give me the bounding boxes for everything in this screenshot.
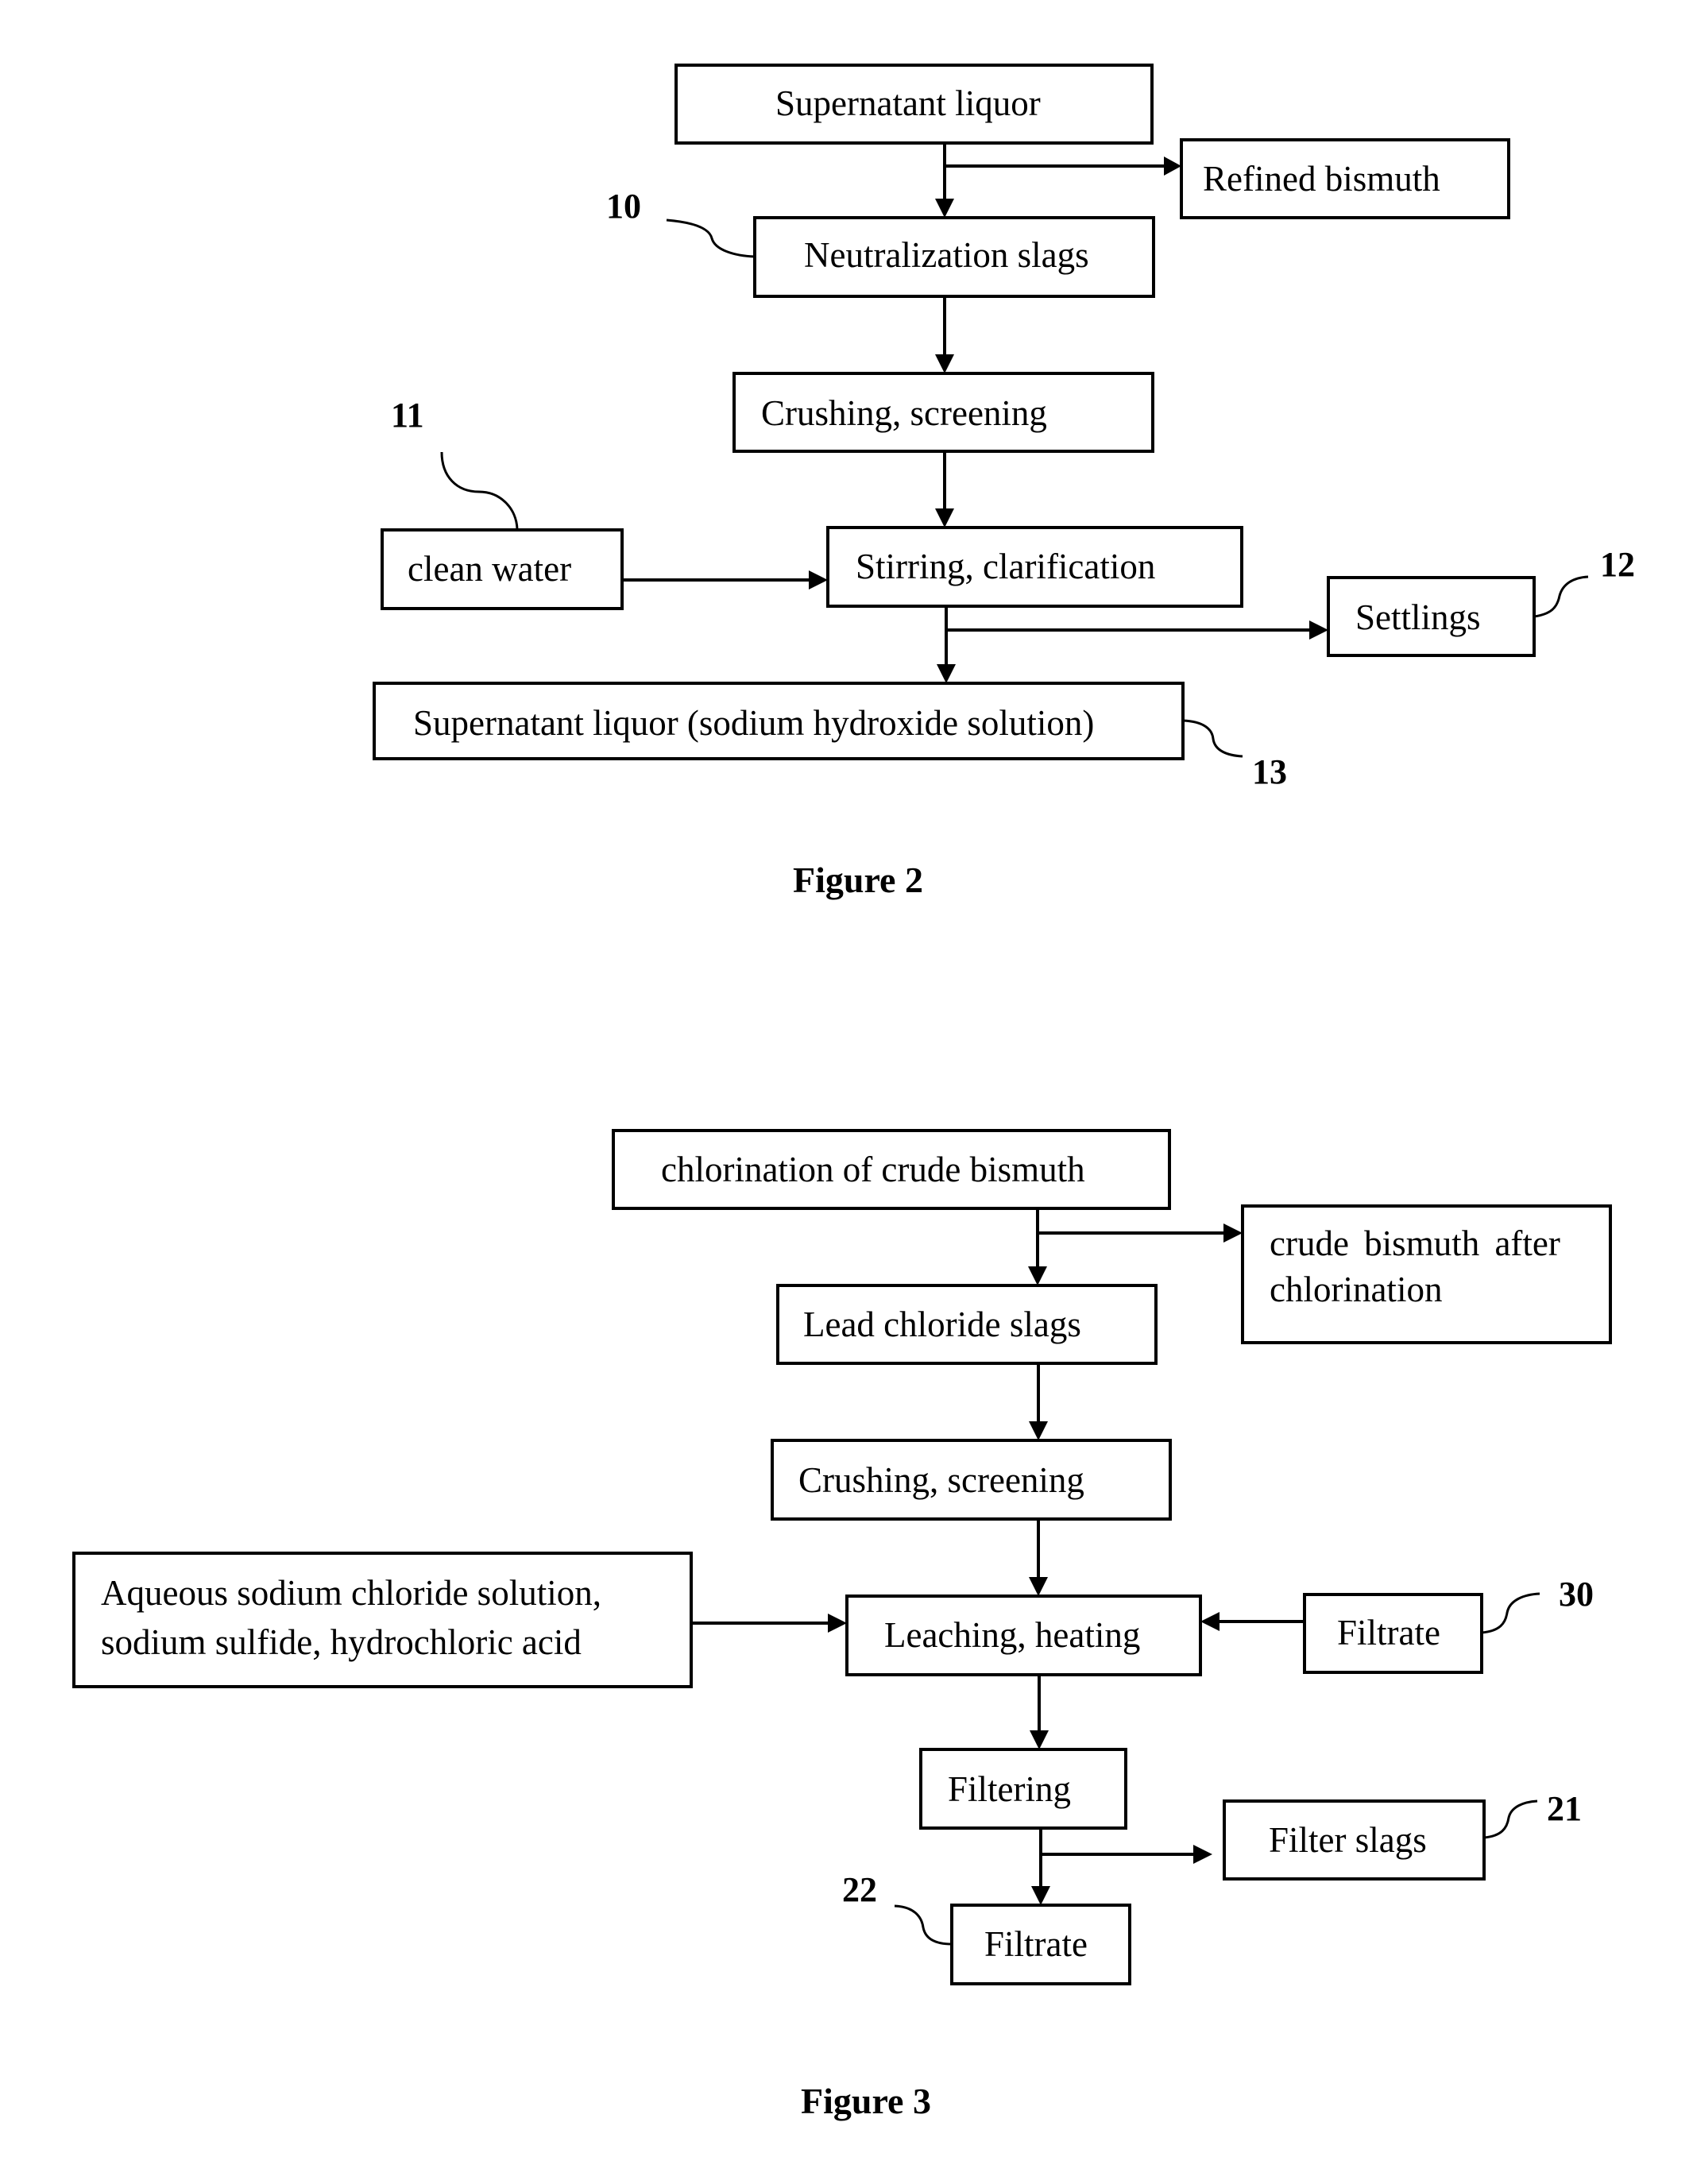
leader-line-30 [1481, 1592, 1540, 1634]
arrowhead-down [935, 354, 954, 373]
node-supernatant-liquor-label: Supernatant liquor [775, 83, 1041, 123]
arrowhead-right [809, 570, 828, 589]
arrowhead-left [1200, 1612, 1220, 1631]
arrowhead-right [1193, 1845, 1212, 1864]
ref-numeral-30: 30 [1559, 1575, 1594, 1614]
leader-line-10 [666, 218, 756, 258]
node-supernatant-sodium-hydroxide-label: Supernatant liquor (sodium hydroxide sol… [413, 703, 1094, 743]
node-stirring-clarification-label: Stirring, clarification [856, 547, 1155, 586]
arrowhead-down [1028, 1266, 1047, 1285]
arrowhead-right [828, 1614, 847, 1633]
node-leaching-heating-label: Leaching, heating [884, 1615, 1140, 1655]
ref-numeral-13: 13 [1252, 752, 1287, 791]
node-lead-chloride-slags-label: Lead chloride slags [803, 1305, 1081, 1344]
node-chlorination-label: chlorination of crude bismuth [661, 1150, 1085, 1189]
leader-line-12 [1533, 575, 1589, 618]
ref-numeral-21: 21 [1547, 1789, 1582, 1828]
figure-3-caption: Figure 3 [801, 2081, 931, 2121]
ref-numeral-11: 11 [391, 396, 424, 435]
arrowhead-down [937, 664, 956, 683]
arrowhead-down [1030, 1730, 1049, 1749]
figure-2-caption: Figure 2 [793, 860, 923, 900]
figure-3: chlorination of crude bismuth crude bism… [72, 1129, 1612, 2121]
arrowhead-down [1029, 1577, 1048, 1596]
ref-numeral-10: 10 [606, 187, 641, 226]
node-reagents-label-line2: sodium sulfide, hydrochloric acid [101, 1622, 582, 1662]
node-crude-bismuth-after-label-line1: crude bismuth after [1270, 1223, 1560, 1263]
node-refined-bismuth-label: Refined bismuth [1203, 159, 1440, 199]
arrowhead-down [935, 199, 954, 218]
node-filter-slags-label: Filter slags [1269, 1820, 1427, 1860]
arrowhead-down [935, 508, 954, 528]
leader-line-22 [894, 1904, 953, 1946]
patent-figures-canvas: Supernatant liquor Refined bismuth Neutr… [72, 64, 1635, 2121]
arrowhead-right [1164, 157, 1181, 176]
arrowhead-down [1029, 1421, 1048, 1440]
node-neutralization-slags-label: Neutralization slags [804, 235, 1089, 275]
node-filtrate-out-label: Filtrate [984, 1924, 1088, 1964]
node-crushing-screening-3-label: Crushing, screening [798, 1460, 1084, 1500]
ref-numeral-12: 12 [1600, 545, 1635, 584]
arrowhead-right [1223, 1223, 1243, 1243]
node-crushing-screening-label: Crushing, screening [761, 393, 1047, 433]
leader-line-21 [1483, 1799, 1538, 1839]
figure-2: Supernatant liquor Refined bismuth Neutr… [373, 64, 1635, 900]
node-reagents-label-line1: Aqueous sodium chloride solution, [101, 1573, 601, 1613]
arrowhead-right [1309, 620, 1328, 640]
node-clean-water-label: clean water [408, 549, 571, 589]
leader-line-13 [1182, 719, 1243, 758]
ref-numeral-22: 22 [842, 1870, 877, 1909]
node-crude-bismuth-after-label-line2: chlorination [1270, 1270, 1442, 1309]
node-settlings-label: Settlings [1355, 597, 1481, 637]
node-filtrate-recycle-label: Filtrate [1337, 1613, 1440, 1652]
leader-line-11 [440, 451, 519, 530]
node-filtering-label: Filtering [948, 1769, 1071, 1809]
arrowhead-down [1031, 1886, 1050, 1905]
